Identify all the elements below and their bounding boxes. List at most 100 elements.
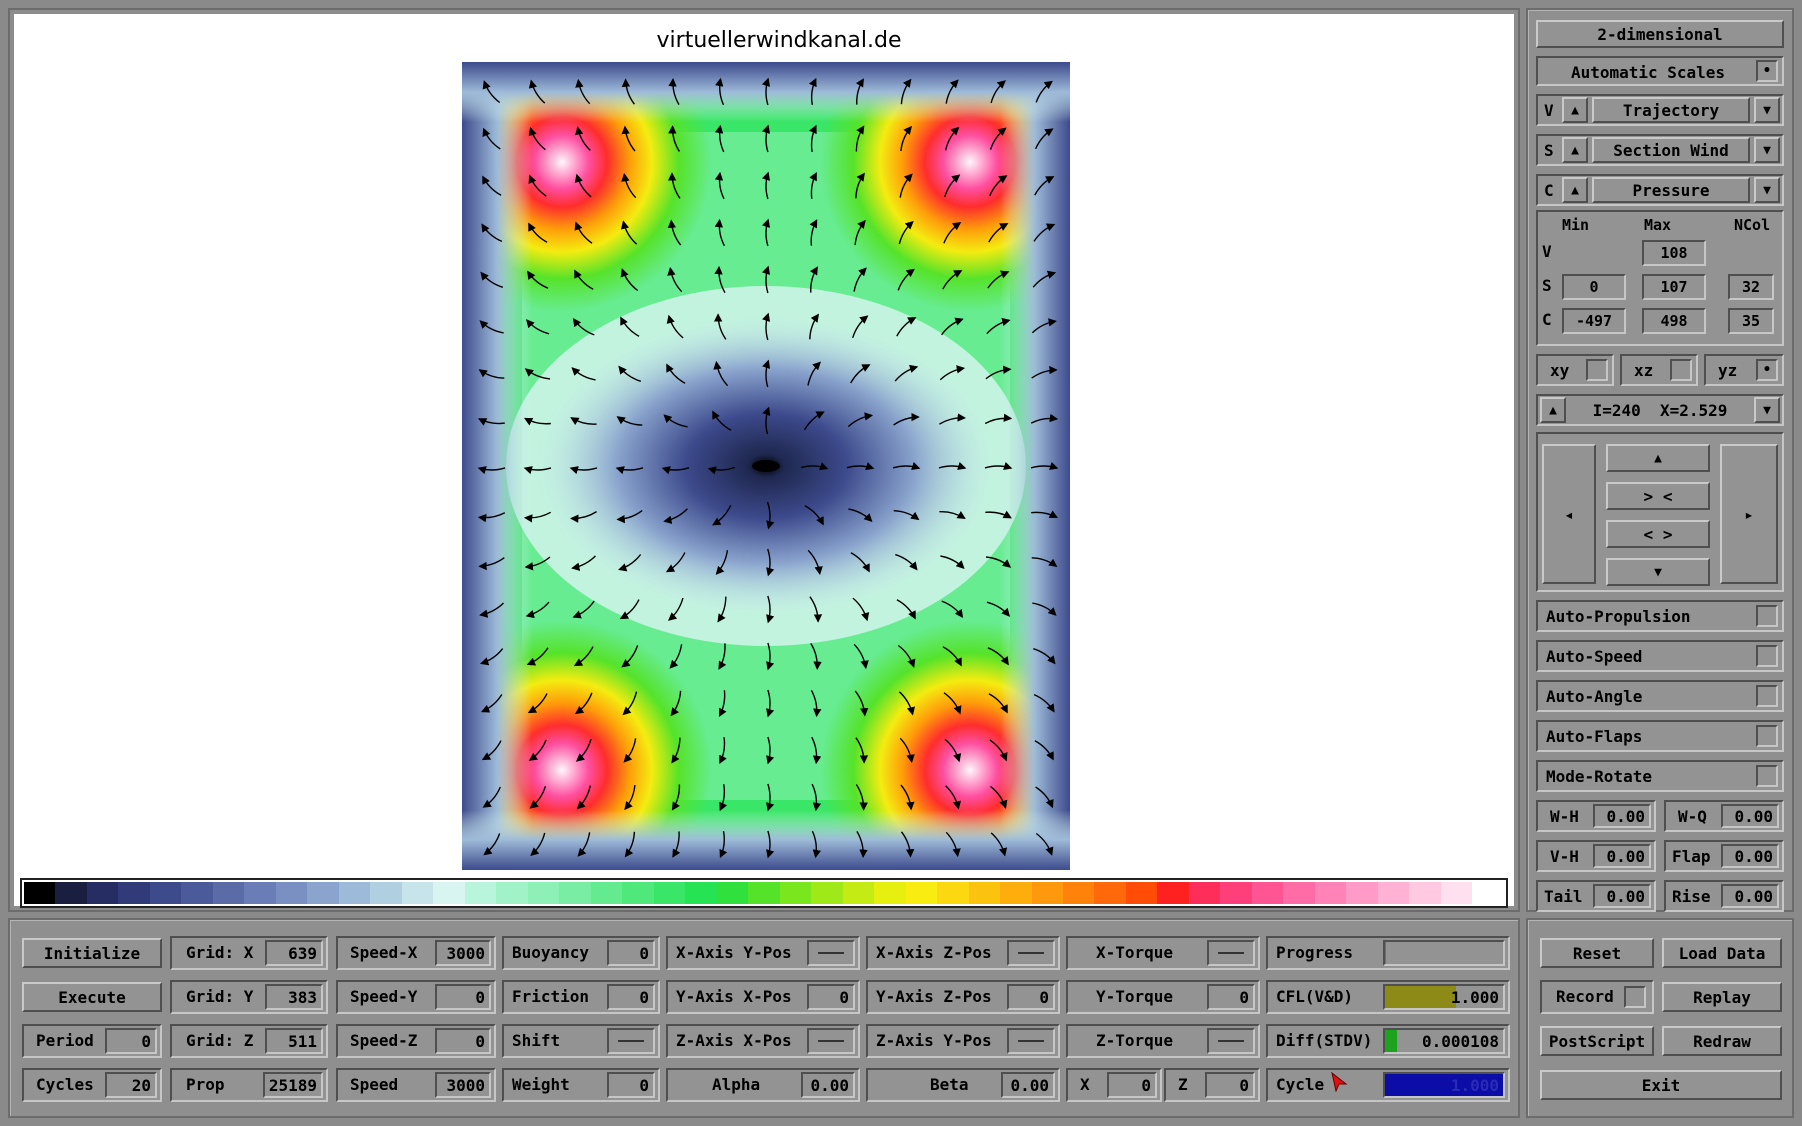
toggle-auto-speed[interactable]: Auto-Speed <box>1536 640 1784 672</box>
speed-y-value[interactable]: 0 <box>435 984 491 1010</box>
automatic-scales-checkbox[interactable]: • <box>1756 60 1778 82</box>
replay-button[interactable]: Replay <box>1662 982 1782 1012</box>
plane-xy[interactable]: xy <box>1536 354 1614 386</box>
plane-yz[interactable]: yz • <box>1704 354 1784 386</box>
toggle-auto-flaps-checkbox[interactable] <box>1756 725 1778 747</box>
grid-y-value[interactable]: 383 <box>265 984 323 1010</box>
shift-label: Shift <box>512 1031 561 1050</box>
prop-value[interactable]: 25189 <box>263 1072 323 1098</box>
plane-yz-checkbox[interactable]: • <box>1756 359 1778 381</box>
exit-button[interactable]: Exit <box>1540 1070 1782 1100</box>
viewer-canvas[interactable]: virtuellerwindkanal.de <box>14 14 1514 906</box>
shift-value[interactable] <box>607 1028 655 1054</box>
zaxis-ypos-value[interactable] <box>1007 1028 1055 1054</box>
x-torque-value[interactable] <box>1207 940 1255 966</box>
alpha-value[interactable]: 0.00 <box>801 1072 855 1098</box>
yaxis-xpos-value[interactable]: 0 <box>807 984 855 1010</box>
load-data-button[interactable]: Load Data <box>1662 938 1782 968</box>
toggle-mode-rotate-checkbox[interactable] <box>1756 765 1778 787</box>
toggle-auto-speed-checkbox[interactable] <box>1756 645 1778 667</box>
toggle-auto-angle[interactable]: Auto-Angle <box>1536 680 1784 712</box>
initialize-button[interactable]: Initialize <box>22 938 162 968</box>
param-rise-value[interactable]: 0.00 <box>1721 884 1779 908</box>
toggle-auto-propulsion[interactable]: Auto-Propulsion <box>1536 600 1784 632</box>
x-value[interactable]: 0 <box>1107 1072 1157 1098</box>
weight-value[interactable]: 0 <box>607 1072 655 1098</box>
beta-value[interactable]: 0.00 <box>1001 1072 1055 1098</box>
nav-left-button[interactable]: ◂ <box>1542 444 1596 584</box>
param-flap: Flap 0.00 <box>1664 840 1784 872</box>
scales-s-max[interactable]: 107 <box>1642 274 1706 300</box>
progress-label: Progress <box>1276 943 1354 962</box>
zaxis-xpos-value[interactable] <box>807 1028 855 1054</box>
record-checkbox[interactable] <box>1624 986 1646 1008</box>
grid-z-value[interactable]: 511 <box>265 1028 323 1054</box>
plane-xz[interactable]: xz <box>1620 354 1698 386</box>
friction-value[interactable]: 0 <box>607 984 655 1010</box>
scales-s-min[interactable]: 0 <box>1562 274 1626 300</box>
z-value[interactable]: 0 <box>1205 1072 1255 1098</box>
speed-z-value[interactable]: 0 <box>435 1028 491 1054</box>
scales-v-max[interactable]: 108 <box>1642 240 1706 266</box>
postscript-button[interactable]: PostScript <box>1540 1026 1654 1056</box>
buoyancy-value[interactable]: 0 <box>607 940 655 966</box>
selector-s-value[interactable]: Section Wind <box>1592 137 1750 163</box>
mode-2d-button[interactable]: 2-dimensional <box>1536 20 1784 48</box>
selector-v-down-icon[interactable]: ▼ <box>1754 97 1780 123</box>
param-w-h-value[interactable]: 0.00 <box>1593 804 1651 828</box>
xaxis-zpos-value[interactable] <box>1007 940 1055 966</box>
param-v-h-value[interactable]: 0.00 <box>1593 844 1651 868</box>
colorbar-swatch <box>55 882 87 904</box>
z-torque-value[interactable] <box>1207 1028 1255 1054</box>
sidebar: 2-dimensional Automatic Scales • V ▲ Tra… <box>1526 8 1794 912</box>
y-torque-value[interactable]: 0 <box>1207 984 1255 1010</box>
x-torque-label: X-Torque <box>1096 943 1174 962</box>
selector-c-up-icon[interactable]: ▲ <box>1562 177 1588 203</box>
scales-c-max[interactable]: 498 <box>1642 308 1706 334</box>
reset-button[interactable]: Reset <box>1540 938 1654 968</box>
nav-zoom-in-button[interactable]: > < <box>1606 482 1710 510</box>
selector-v-up-icon[interactable]: ▲ <box>1562 97 1588 123</box>
colorbar-swatch <box>968 882 1001 904</box>
period-label: Period <box>36 1031 94 1050</box>
execute-button[interactable]: Execute <box>22 982 162 1012</box>
nav-down-button[interactable]: ▼ <box>1606 558 1710 586</box>
x-torque-field: X-Torque <box>1066 936 1260 970</box>
slice-selector: ▲ I=240 X=2.529 ▼ <box>1536 394 1784 426</box>
plane-xy-checkbox[interactable] <box>1586 359 1608 381</box>
param-w-q-label: W-Q <box>1678 807 1707 826</box>
scales-row-v-label: V <box>1542 242 1552 261</box>
yaxis-zpos-value[interactable]: 0 <box>1007 984 1055 1010</box>
scales-s-ncol[interactable]: 32 <box>1728 274 1774 300</box>
speed-value[interactable]: 3000 <box>435 1072 491 1098</box>
param-tail-value[interactable]: 0.00 <box>1593 884 1651 908</box>
selector-v-value[interactable]: Trajectory <box>1592 97 1750 123</box>
slice-down-icon[interactable]: ▼ <box>1754 397 1780 423</box>
param-flap-value[interactable]: 0.00 <box>1721 844 1779 868</box>
speed-x-value[interactable]: 3000 <box>435 940 491 966</box>
automatic-scales-toggle[interactable]: Automatic Scales • <box>1536 56 1784 86</box>
grid-x-value[interactable]: 639 <box>265 940 323 966</box>
xaxis-ypos-value[interactable] <box>807 940 855 966</box>
colorbar-swatch <box>842 882 875 904</box>
nav-right-button[interactable]: ▸ <box>1720 444 1778 584</box>
z-torque-label: Z-Torque <box>1096 1031 1174 1050</box>
record-toggle[interactable]: Record <box>1540 980 1654 1014</box>
param-w-q-value[interactable]: 0.00 <box>1721 804 1779 828</box>
toggle-auto-angle-checkbox[interactable] <box>1756 685 1778 707</box>
cycles-value[interactable]: 20 <box>105 1072 157 1098</box>
period-value[interactable]: 0 <box>105 1028 157 1054</box>
redraw-button[interactable]: Redraw <box>1662 1026 1782 1056</box>
toggle-auto-propulsion-checkbox[interactable] <box>1756 605 1778 627</box>
nav-up-button[interactable]: ▲ <box>1606 444 1710 472</box>
scales-c-min[interactable]: -497 <box>1562 308 1626 334</box>
selector-c-value[interactable]: Pressure <box>1592 177 1750 203</box>
toggle-auto-flaps[interactable]: Auto-Flaps <box>1536 720 1784 752</box>
selector-c-down-icon[interactable]: ▼ <box>1754 177 1780 203</box>
selector-s-down-icon[interactable]: ▼ <box>1754 137 1780 163</box>
plane-xz-checkbox[interactable] <box>1670 359 1692 381</box>
scales-c-ncol[interactable]: 35 <box>1728 308 1774 334</box>
toggle-mode-rotate[interactable]: Mode-Rotate <box>1536 760 1784 792</box>
nav-zoom-out-button[interactable]: < > <box>1606 520 1710 548</box>
selector-s-up-icon[interactable]: ▲ <box>1562 137 1588 163</box>
